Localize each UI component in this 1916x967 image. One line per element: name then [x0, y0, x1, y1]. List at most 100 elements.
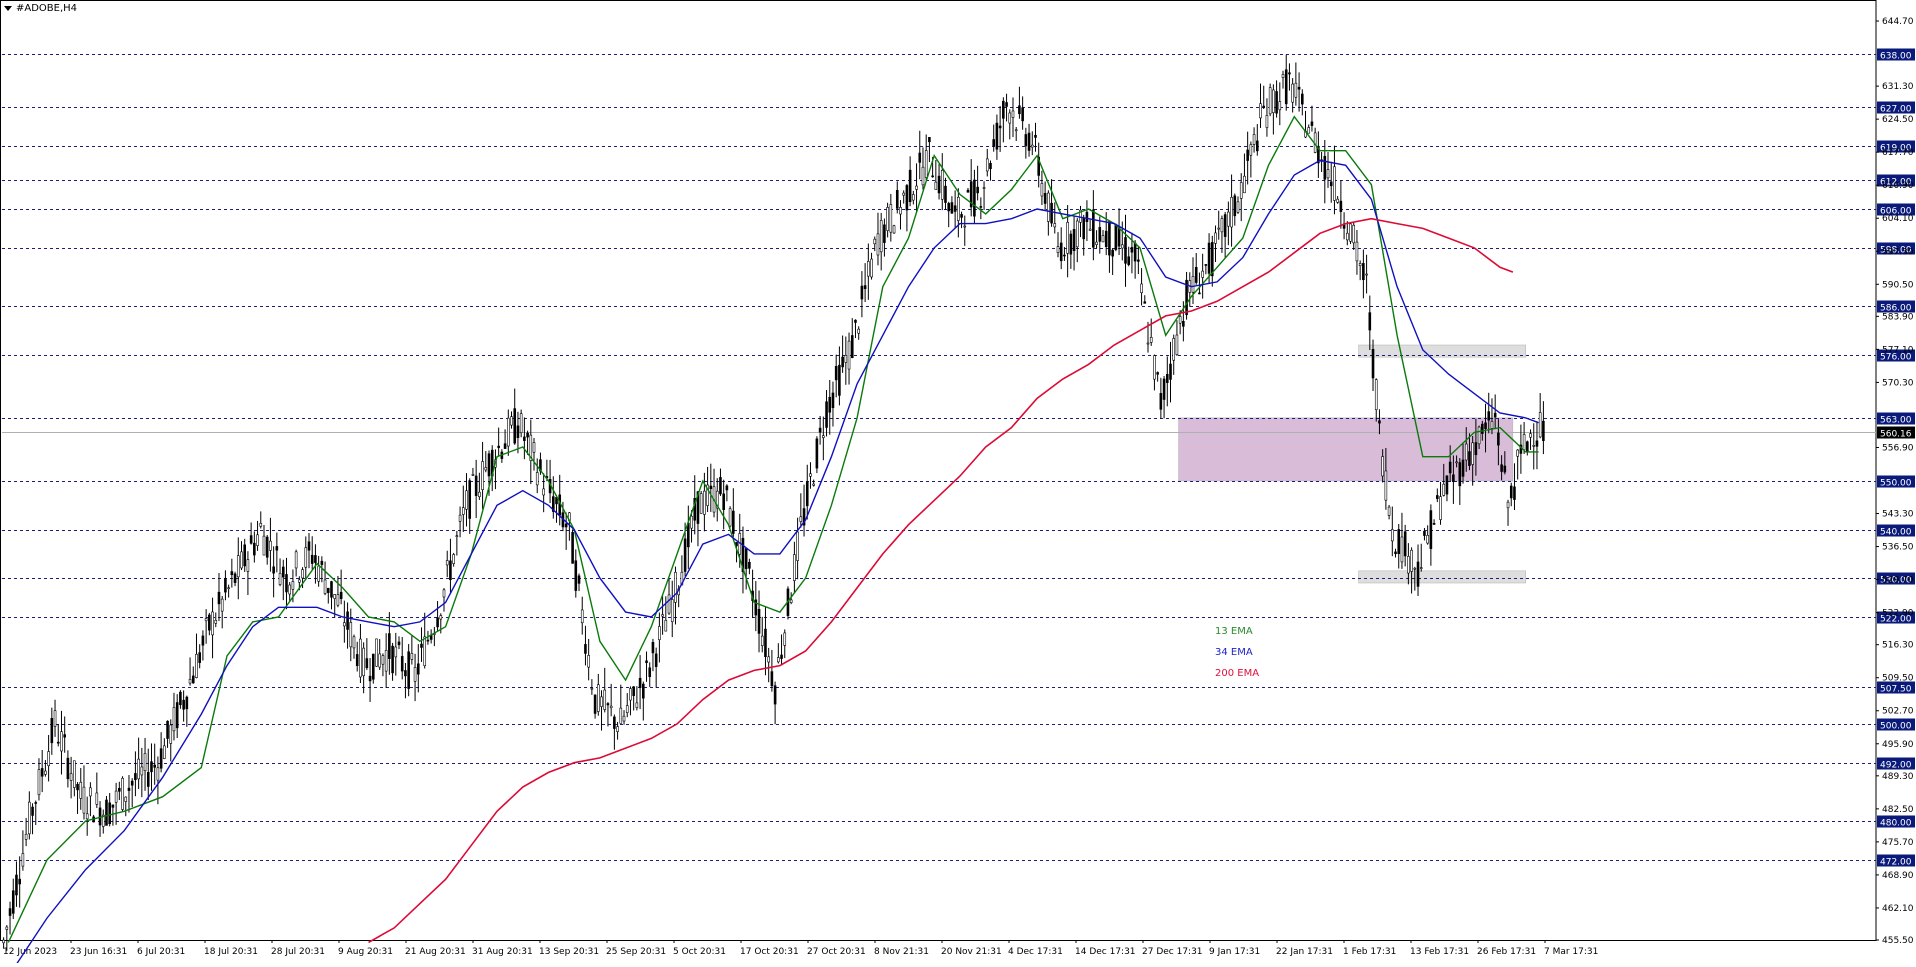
candle-body [603, 689, 607, 710]
candle-body [1542, 420, 1545, 441]
x-tick-label-11: 17 Oct 20:31 [740, 947, 799, 957]
candle-body [339, 591, 343, 600]
candle-body [690, 515, 693, 529]
candle-body [150, 761, 153, 773]
candle-body [979, 206, 983, 208]
candle-body [985, 158, 989, 172]
candle-body [1194, 267, 1198, 283]
candle-body [1059, 242, 1063, 262]
candle-body [818, 427, 822, 433]
x-tick-label-18: 9 Jan 17:31 [1209, 947, 1260, 957]
candle-body [1403, 531, 1407, 557]
candle-body [1243, 175, 1246, 194]
candle-body [416, 663, 420, 675]
candle-body [632, 686, 635, 696]
level-label-1: 627.00 [1880, 105, 1912, 115]
candle-body [166, 720, 169, 739]
candle-body [1278, 101, 1282, 111]
candle-body [375, 638, 378, 667]
candle-body [1442, 483, 1446, 496]
candle-body [519, 413, 523, 434]
candle-body [487, 453, 491, 477]
candle-body [1043, 192, 1047, 204]
candle-body [1201, 270, 1204, 278]
candle-body [1040, 183, 1044, 197]
candle-body [275, 546, 279, 551]
candle-body [664, 619, 668, 632]
chart-root: #ADOBE,H4 638.00 627.00 619.00 612.00 606.00… [0, 0, 1916, 967]
candle-body [834, 365, 838, 381]
candle-body [674, 571, 677, 603]
y-tick-label-21: 556.90 [1882, 443, 1914, 453]
candle-body [220, 598, 224, 612]
y-tick-label-27: 529.70 [1882, 576, 1914, 586]
candle-body [323, 579, 327, 594]
y-tick-label-0: 644.70 [1882, 17, 1914, 27]
candle-body [757, 608, 761, 634]
candle-body [950, 202, 954, 214]
candle-body [908, 169, 912, 203]
candle-body [362, 647, 365, 676]
y-tick-label-44: 455.50 [1882, 936, 1914, 946]
candle-body [233, 573, 237, 583]
candle-body [918, 152, 922, 163]
candle-body [301, 569, 304, 579]
candle-body [410, 653, 414, 660]
x-tick-label-8: 13 Sep 20:31 [539, 947, 599, 957]
candle-body [876, 233, 880, 256]
candle-body [127, 787, 131, 791]
candle-body [1172, 338, 1176, 361]
candle-body [777, 657, 780, 663]
candle-body [208, 614, 211, 631]
candle-body [1236, 201, 1240, 213]
candle-body [442, 589, 446, 598]
candle-body [764, 628, 767, 657]
candle-body [388, 633, 391, 659]
candle-body [1101, 235, 1105, 243]
candle-body [18, 878, 21, 885]
candle-body [812, 483, 815, 486]
candle-body [1500, 464, 1503, 472]
dropdown-triangle-icon[interactable] [4, 6, 12, 11]
candle-body [1005, 102, 1008, 107]
candle-body [439, 615, 443, 620]
candle-body [1394, 551, 1397, 555]
candle-body [815, 438, 819, 469]
candle-body [281, 566, 285, 578]
candle-body [1522, 434, 1526, 451]
candle-body [587, 655, 590, 668]
candle-body [326, 587, 330, 593]
legend-item-2: 200 EMA [1215, 668, 1259, 679]
candle-body [1272, 89, 1275, 113]
symbol-label: #ADOBE,H4 [16, 3, 78, 14]
candle-body [1217, 227, 1221, 230]
candle-body [953, 205, 957, 212]
candle-body [1538, 412, 1542, 438]
candle-body [76, 783, 79, 791]
candle-body [1223, 214, 1227, 237]
candle-body [330, 581, 333, 598]
candle-body [269, 540, 272, 551]
candle-body [156, 767, 160, 781]
candle-body [352, 636, 356, 649]
candle-body [484, 467, 488, 471]
candle-body [1140, 283, 1143, 294]
plot-frame [0, 0, 1877, 941]
y-tick-label-23: 543.30 [1882, 510, 1914, 520]
candle-body [780, 654, 783, 659]
candle-body [895, 190, 899, 209]
y-tick-label-6: 617.70 [1882, 148, 1914, 158]
candle-body [1329, 181, 1333, 187]
x-tick-label-13: 8 Nov 21:31 [874, 947, 929, 957]
candle-body [1233, 195, 1237, 217]
candle-body [661, 614, 664, 617]
candle-body [526, 432, 529, 438]
candle-body [201, 635, 205, 646]
candle-body [333, 594, 337, 599]
y-tick-label-8: 610.90 [1882, 181, 1914, 191]
candle-body [1050, 202, 1053, 224]
x-tick-label-16: 14 Dec 17:31 [1075, 947, 1136, 957]
y-tick-label-29: 522.90 [1882, 609, 1914, 619]
candle-body [121, 777, 124, 810]
candle-body [1252, 134, 1256, 145]
